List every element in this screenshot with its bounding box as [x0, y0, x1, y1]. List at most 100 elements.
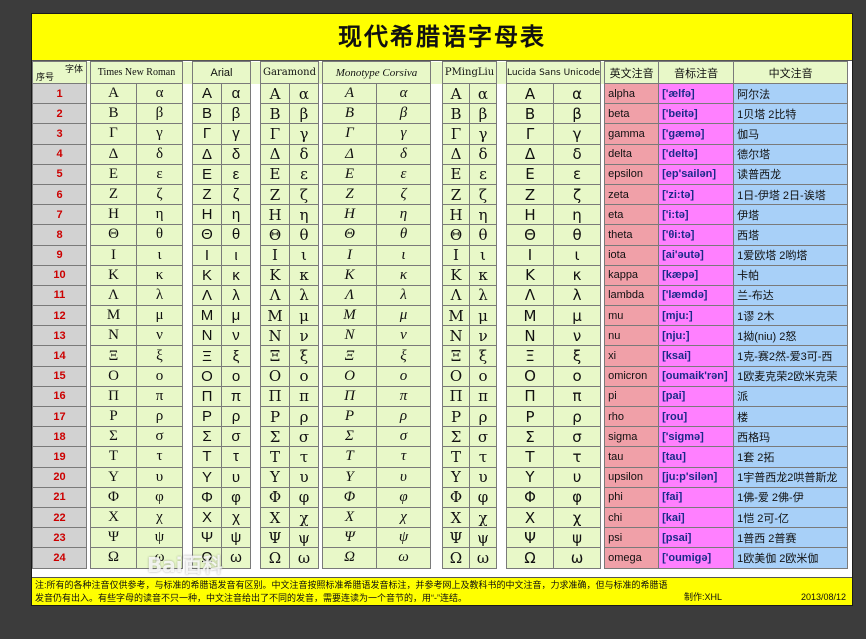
- ipa-pronunciation: ['sigmə]: [658, 426, 735, 448]
- lowercase-garamond: κ: [289, 264, 319, 286]
- spacer-cell: [250, 446, 261, 468]
- lowercase-pmingliu: ν: [469, 325, 497, 347]
- lowercase-lucida: ξ: [553, 345, 602, 367]
- lowercase-times: ο: [136, 365, 183, 387]
- uppercase-lucida: Θ: [505, 224, 555, 246]
- lowercase-lucida: ι: [553, 244, 602, 266]
- uppercase-garamond: Α: [260, 82, 290, 105]
- table-row: 23 Ψψ Ψψ Ψψ Ψψ Ψψ Ψψ psi [psai] 1普西 2普赛: [32, 527, 849, 549]
- spacer-cell: [430, 83, 443, 104]
- spacer-cell: [430, 204, 443, 225]
- spacer-cell: [430, 305, 443, 326]
- uppercase-garamond: Η: [260, 204, 290, 226]
- chinese-pronunciation: 1欧美伽 2欧米伽: [733, 547, 849, 569]
- spacer-cell: [496, 366, 507, 387]
- lowercase-times: κ: [136, 264, 183, 286]
- uppercase-corsiva: Χ: [322, 506, 377, 529]
- lowercase-arial: σ: [221, 426, 251, 448]
- uppercase-garamond: Ι: [260, 244, 290, 266]
- spacer-cell: [496, 224, 507, 245]
- spacer-cell: [430, 123, 443, 145]
- spacer-cell: [250, 245, 261, 266]
- lowercase-garamond: α: [289, 82, 319, 105]
- lowercase-times: ρ: [136, 405, 183, 428]
- uppercase-times: Σ: [90, 426, 137, 448]
- uppercase-corsiva: Κ: [322, 264, 377, 286]
- ipa-pronunciation: ['oumigə]: [658, 547, 735, 569]
- spacer-cell: [250, 103, 261, 124]
- spacer-cell: [496, 245, 507, 266]
- chinese-pronunciation: 派: [733, 385, 849, 408]
- uppercase-lucida: Φ: [505, 486, 555, 508]
- uppercase-lucida: Ν: [505, 325, 555, 347]
- spacer-cell: [496, 426, 507, 447]
- uppercase-lucida: Α: [505, 82, 555, 105]
- lowercase-times: α: [136, 82, 183, 105]
- lowercase-corsiva: ω: [376, 547, 431, 569]
- spacer-cell: [496, 265, 507, 286]
- lowercase-corsiva: η: [376, 204, 431, 226]
- lowercase-times: ξ: [136, 345, 183, 367]
- english-name: lambda: [604, 284, 660, 307]
- spacer-cell: [182, 305, 193, 326]
- uppercase-arial: Γ: [192, 123, 222, 145]
- row-number: 14: [32, 345, 87, 367]
- ipa-pronunciation: ['i:tə]: [658, 204, 735, 226]
- spacer-cell: [250, 527, 261, 548]
- english-name: omicron: [604, 365, 660, 387]
- font-header-corsiva: Monotype Corsiva: [322, 61, 431, 84]
- spacer-cell: [430, 164, 443, 185]
- lowercase-lucida: υ: [553, 466, 602, 488]
- lowercase-garamond: γ: [289, 123, 319, 145]
- lowercase-garamond: ι: [289, 244, 319, 266]
- lowercase-garamond: τ: [289, 446, 319, 468]
- row-number: 12: [32, 305, 87, 327]
- english-name: zeta: [604, 183, 660, 206]
- uppercase-garamond: Ν: [260, 325, 290, 347]
- uppercase-corsiva: Ο: [322, 365, 377, 387]
- lowercase-lucida: κ: [553, 264, 602, 286]
- uppercase-corsiva: Φ: [322, 486, 377, 508]
- row-number: 8: [32, 224, 87, 246]
- uppercase-garamond: Δ: [260, 143, 290, 165]
- uppercase-lucida: Ψ: [505, 527, 555, 549]
- spacer-cell: [182, 164, 193, 185]
- ipa-pronunciation: [pai]: [658, 385, 735, 408]
- uppercase-arial: Ε: [192, 163, 222, 185]
- spacer-cell: [496, 123, 507, 145]
- spacer-cell: [250, 184, 261, 205]
- uppercase-arial: Π: [192, 385, 222, 408]
- lowercase-pmingliu: χ: [469, 506, 497, 529]
- header-english: 英文注音: [604, 61, 660, 84]
- chinese-pronunciation: 1贝塔 2比特: [733, 103, 849, 125]
- uppercase-pmingliu: Μ: [442, 305, 470, 327]
- uppercase-arial: Φ: [192, 486, 222, 508]
- uppercase-garamond: Μ: [260, 305, 290, 327]
- spacer-cell: [250, 487, 261, 508]
- row-number: 17: [32, 405, 87, 428]
- lowercase-lucida: δ: [553, 143, 602, 165]
- lowercase-corsiva: υ: [376, 466, 431, 488]
- row-number: 20: [32, 466, 87, 488]
- chinese-pronunciation: 伽马: [733, 123, 849, 145]
- ipa-pronunciation: [psai]: [658, 527, 735, 549]
- uppercase-pmingliu: Ε: [442, 163, 470, 185]
- english-name: beta: [604, 103, 660, 125]
- spacer-cell: [182, 144, 193, 165]
- spacer-cell: [250, 305, 261, 326]
- corner-header: 字体 序号: [32, 61, 87, 84]
- row-number: 19: [32, 446, 87, 468]
- alphabet-sheet: 现代希腊语字母表 字体 序号 Times New Roman Arial Gar…: [31, 13, 853, 606]
- uppercase-garamond: Υ: [260, 466, 290, 488]
- uppercase-times: Η: [90, 204, 137, 226]
- lowercase-times: τ: [136, 446, 183, 468]
- lowercase-corsiva: π: [376, 385, 431, 408]
- english-name: nu: [604, 325, 660, 347]
- english-name: tau: [604, 446, 660, 468]
- spacer-cell: [496, 305, 507, 326]
- spacer-cell: [430, 144, 443, 165]
- lowercase-arial: ο: [221, 365, 251, 387]
- uppercase-lucida: Κ: [505, 264, 555, 286]
- spacer-cell: [430, 265, 443, 286]
- spacer-cell: [496, 446, 507, 468]
